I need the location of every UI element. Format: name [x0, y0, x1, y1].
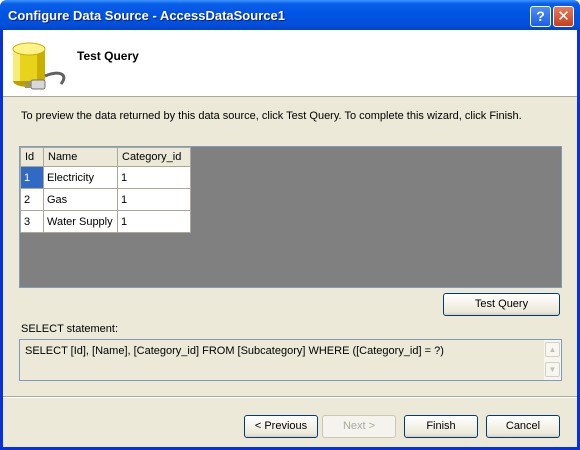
table-cell-name[interactable]: Water Supply	[43, 210, 118, 233]
test-query-button[interactable]: Test Query	[443, 293, 560, 316]
vertical-scrollbar[interactable]: ▲ ▼	[544, 340, 561, 380]
table-cell-category-id[interactable]: 1	[117, 166, 191, 189]
table-cell-id[interactable]: 3	[20, 210, 44, 233]
table-cell-name[interactable]: Gas	[43, 188, 118, 211]
next-button[interactable]: Next >	[322, 415, 396, 438]
scroll-up-icon[interactable]: ▲	[545, 342, 560, 357]
dialog-client: Test Query To preview the data returned …	[3, 30, 577, 447]
help-button[interactable]: ?	[530, 6, 551, 27]
cancel-button[interactable]: Cancel	[486, 415, 560, 438]
column-header-id[interactable]: Id	[20, 147, 44, 167]
database-plug-icon	[12, 42, 66, 90]
table-cell-category-id[interactable]: 1	[117, 188, 191, 211]
table-row[interactable]: 2 Gas 1	[20, 188, 191, 211]
table-cell-name[interactable]: Electricity	[43, 166, 118, 189]
column-header-category-id[interactable]: Category_id	[117, 147, 191, 167]
table-row[interactable]: 1 Electricity 1	[20, 166, 191, 189]
table-row[interactable]: 3 Water Supply 1	[20, 210, 191, 233]
finish-button[interactable]: Finish	[404, 415, 478, 438]
footer-divider	[3, 396, 577, 398]
select-statement-label: SELECT statement:	[21, 323, 119, 335]
results-grid[interactable]: Id Name Category_id 1 Electricity 1 2 Ga…	[19, 146, 562, 288]
close-button[interactable]: ✕	[553, 6, 574, 27]
table-header-row: Id Name Category_id	[20, 147, 191, 167]
select-statement-box[interactable]: SELECT [Id], [Name], [Category_id] FROM …	[19, 339, 562, 381]
wizard-header: Test Query	[3, 30, 577, 97]
scroll-down-icon[interactable]: ▼	[545, 362, 560, 377]
table-cell-id[interactable]: 1	[20, 166, 44, 189]
instruction-text: To preview the data returned by this dat…	[21, 110, 522, 122]
results-table: Id Name Category_id 1 Electricity 1 2 Ga…	[20, 147, 191, 233]
window-title: Configure Data Source - AccessDataSource…	[8, 8, 285, 23]
page-title: Test Query	[77, 49, 139, 63]
table-cell-category-id[interactable]: 1	[117, 210, 191, 233]
select-statement-text[interactable]: SELECT [Id], [Name], [Category_id] FROM …	[25, 345, 444, 357]
dialog-window: Configure Data Source - AccessDataSource…	[0, 0, 580, 450]
column-header-name[interactable]: Name	[43, 147, 118, 167]
title-bar[interactable]: Configure Data Source - AccessDataSource…	[0, 0, 580, 30]
previous-button[interactable]: < Previous	[244, 415, 318, 438]
table-cell-id[interactable]: 2	[20, 188, 44, 211]
